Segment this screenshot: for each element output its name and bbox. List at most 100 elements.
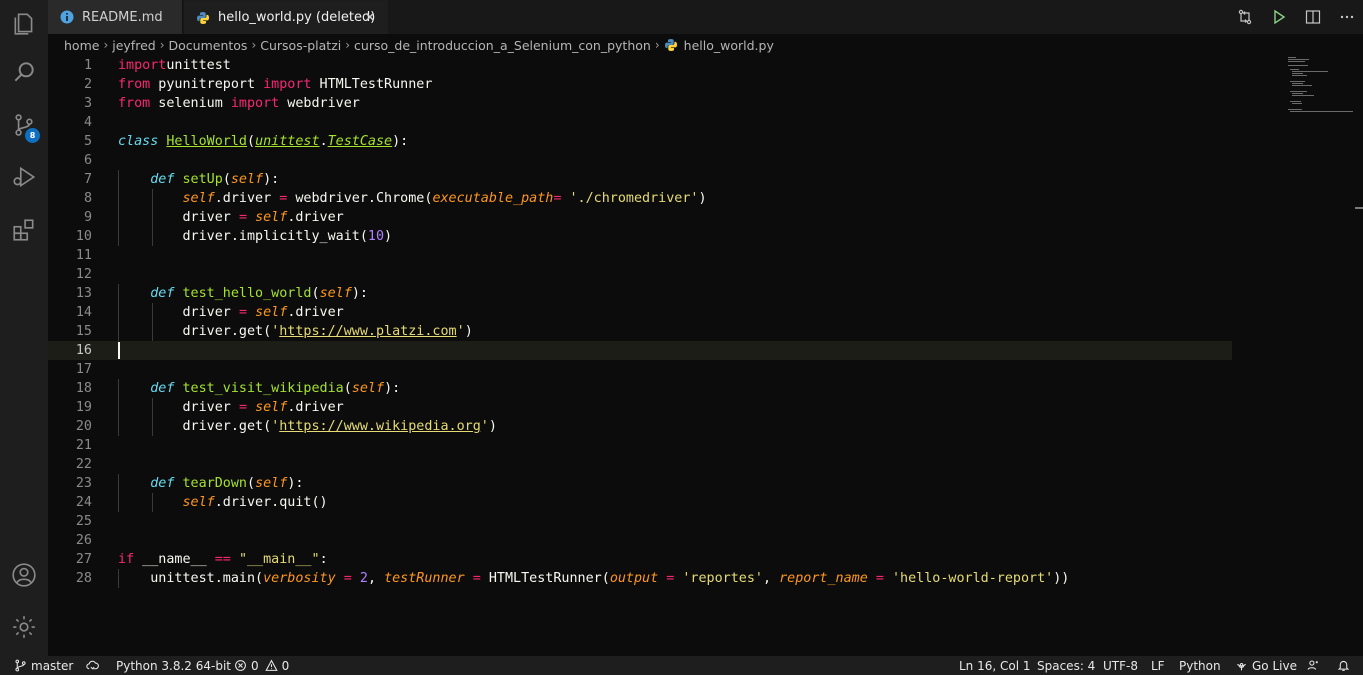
minimap-line (1292, 83, 1304, 84)
cursor-position-text: Ln 16, Col 1 (959, 658, 1031, 673)
code-line[interactable]: 11 (48, 246, 1232, 265)
code-line[interactable]: 24 self.driver.quit() (48, 493, 1232, 512)
problems-indicator[interactable]: 0 0 (234, 656, 289, 675)
code-line[interactable]: 18 def test_visit_wikipedia(self): (48, 379, 1232, 398)
feedback-button[interactable] (1307, 656, 1324, 675)
go-live-button[interactable]: Go Live (1235, 656, 1297, 675)
code-line[interactable]: 19 driver = self.driver (48, 398, 1232, 417)
code-line[interactable]: 22 (48, 455, 1232, 474)
text-cursor (118, 342, 120, 359)
scrollbar-marker (1355, 207, 1363, 209)
line-ending[interactable]: LF (1151, 656, 1165, 675)
notifications-button[interactable] (1337, 656, 1354, 675)
chevron-right-icon: › (251, 38, 257, 52)
encoding[interactable]: UTF-8 (1103, 656, 1138, 675)
minimap[interactable] (1288, 56, 1363, 656)
line-number: 5 (83, 134, 92, 149)
minimap-line (1288, 65, 1308, 66)
code-line[interactable]: 15 driver.get('https://www.platzi.com') (48, 322, 1232, 341)
code-line[interactable]: 26 (48, 531, 1232, 550)
line-number: 20 (75, 419, 92, 434)
close-icon[interactable]: ✕ (362, 10, 378, 26)
minimap-line (1288, 57, 1296, 58)
code-line[interactable]: 12 (48, 265, 1232, 284)
line-number: 6 (83, 153, 92, 168)
extensions-icon[interactable] (0, 206, 48, 254)
error-count: 0 (251, 658, 259, 673)
cursor-position[interactable]: Ln 16, Col 1 (959, 656, 1031, 675)
tab-hello-world[interactable]: hello_world.py (deleted) ✕ (184, 0, 388, 34)
run-debug-icon[interactable] (0, 153, 48, 201)
code-line[interactable]: 1 importunittest (48, 56, 1232, 75)
code-line[interactable]: 25 (48, 512, 1232, 531)
line-number: 24 (75, 495, 92, 510)
breadcrumb-item[interactable]: home (64, 38, 99, 53)
code-text: def setUp(self): (150, 172, 280, 187)
bell-icon (1337, 660, 1350, 671)
code-line[interactable]: 7 def setUp(self): (48, 170, 1232, 189)
code-line[interactable]: 20 driver.get('https://www.wikipedia.org… (48, 417, 1232, 436)
branch-indicator[interactable]: master (14, 656, 73, 675)
code-line[interactable]: 3 from selenium import webdriver (48, 94, 1232, 113)
minimap-line (1292, 71, 1329, 72)
minimap-line (1290, 91, 1308, 92)
source-control-badge: 8 (25, 128, 40, 143)
manage-gear-icon[interactable] (0, 603, 48, 651)
code-line[interactable]: 9 driver = self.driver (48, 208, 1232, 227)
code-line[interactable]: 4 (48, 113, 1232, 132)
minimap-line (1292, 93, 1304, 94)
code-line[interactable]: 13 def test_hello_world(self): (48, 284, 1232, 303)
code-text: driver = self.driver (118, 400, 344, 415)
open-changes-icon[interactable] (1229, 5, 1261, 29)
split-editor-icon[interactable] (1297, 5, 1329, 29)
code-line[interactable]: 17 (48, 360, 1232, 379)
code-line[interactable]: 10 driver.implicitly_wait(10) (48, 227, 1232, 246)
code-line[interactable]: 16 (48, 341, 1232, 360)
breadcrumb-item[interactable]: Documentos (169, 38, 248, 53)
code-text: class HelloWorld(unittest.TestCase): (118, 134, 409, 149)
minimap-line (1288, 59, 1310, 60)
code-editor[interactable]: 1 importunittest 2 from pyunitreport import… (48, 56, 1363, 656)
breadcrumb-item[interactable]: curso_de_introduccion_a_Selenium_con_pyt… (354, 38, 651, 53)
breadcrumb-item[interactable]: hello_world.py (684, 38, 774, 53)
line-number: 4 (83, 115, 92, 130)
code-text: self.driver.quit() (182, 495, 328, 510)
code-line[interactable]: 28 unittest.main(verbosity = 2, testRunn… (48, 569, 1232, 588)
code-text: from pyunitreport import HTMLTestRunner (118, 77, 433, 92)
status-bar: master Python 3.8.2 64-bit 0 0 Ln 16, Co… (0, 656, 1363, 675)
source-control-icon[interactable]: 8 (0, 101, 48, 149)
account-icon[interactable] (0, 551, 48, 599)
code-line[interactable]: 14 driver = self.driver (48, 303, 1232, 322)
python-icon (197, 11, 209, 24)
breadcrumb-item[interactable]: Cursos-platzi (260, 38, 341, 53)
editor-actions (1227, 0, 1363, 34)
code-line[interactable]: 6 (48, 151, 1232, 170)
line-number: 12 (75, 267, 92, 282)
go-live-text: Go Live (1252, 658, 1297, 673)
python-interpreter[interactable]: Python 3.8.2 64-bit (116, 656, 231, 675)
line-number: 3 (83, 96, 92, 111)
language-mode[interactable]: Python (1179, 656, 1221, 675)
code-line[interactable]: 21 (48, 436, 1232, 455)
search-icon[interactable] (0, 48, 48, 96)
breadcrumb-item[interactable]: jeyfred (112, 38, 155, 53)
explorer-icon[interactable] (0, 0, 48, 48)
code-line[interactable]: 2 from pyunitreport import HTMLTestRunner (48, 75, 1232, 94)
code-text: driver = self.driver (118, 305, 344, 320)
minimap-line (1292, 73, 1304, 74)
sync-button[interactable] (86, 656, 103, 675)
tab-readme[interactable]: README.md (48, 0, 183, 34)
code-line[interactable]: 23 def tearDown(self): (48, 474, 1232, 493)
code-line[interactable]: 5 class HelloWorld(unittest.TestCase): (48, 132, 1232, 151)
code-line[interactable]: 27 if __name__ == "__main__": (48, 550, 1232, 569)
chevron-right-icon: › (159, 38, 165, 52)
code-text: driver = self.driver (118, 210, 344, 225)
tab-label: README.md (82, 9, 163, 25)
code-line[interactable]: 8 self.driver = webdriver.Chrome(executa… (48, 189, 1232, 208)
run-file-icon[interactable] (1263, 5, 1295, 29)
more-actions-icon[interactable] (1331, 5, 1363, 29)
indentation[interactable]: Spaces: 4 (1037, 656, 1095, 675)
chevron-right-icon: › (345, 38, 351, 52)
line-number: 16 (75, 343, 92, 358)
minimap-line (1288, 61, 1305, 62)
